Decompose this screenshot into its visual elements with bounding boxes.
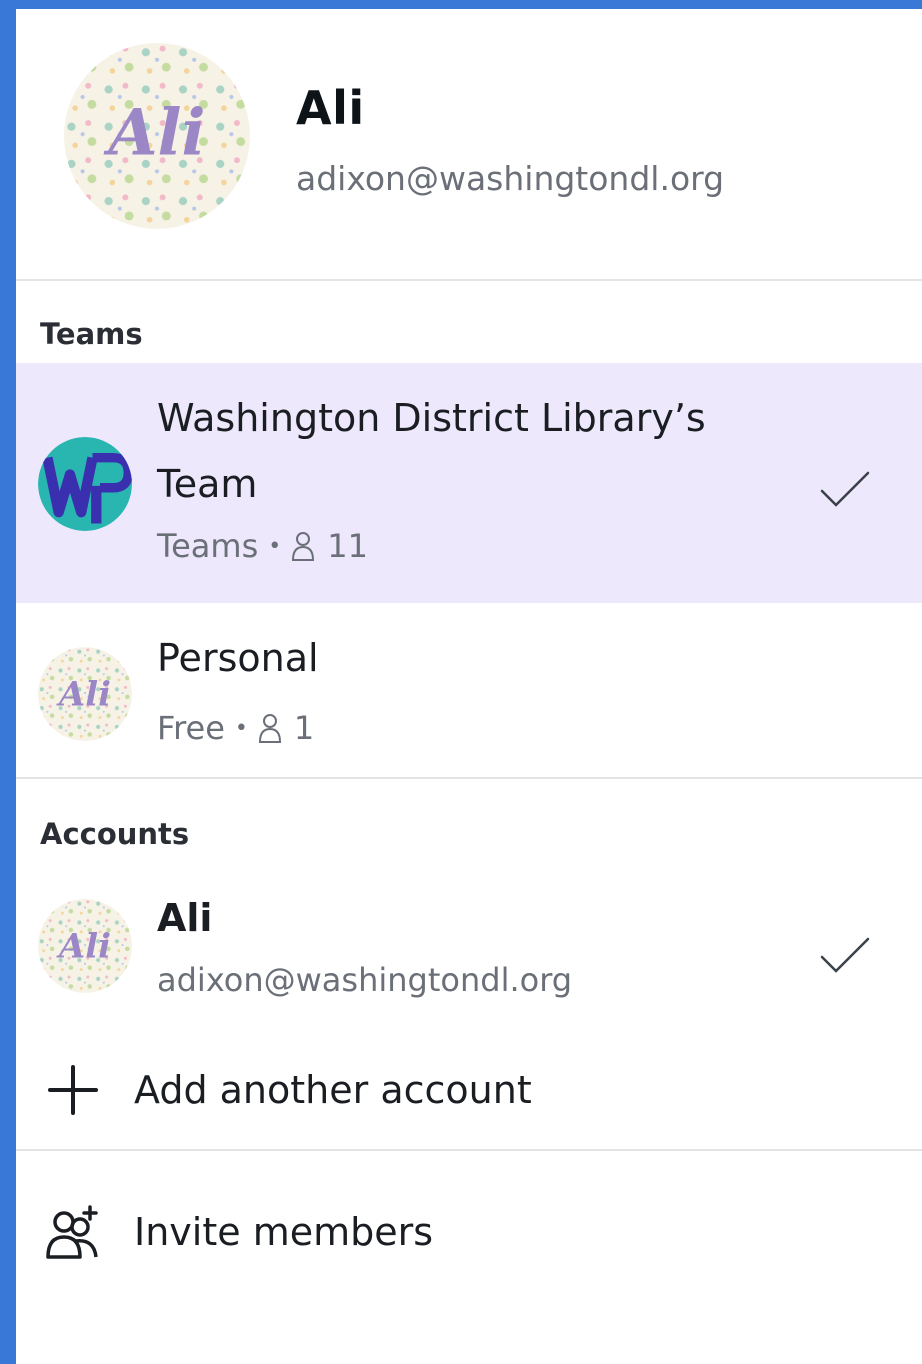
divider: [16, 1149, 922, 1151]
person-icon: [258, 714, 281, 743]
check-icon: [820, 471, 870, 507]
teams-section-label: Teams: [40, 317, 143, 351]
accounts-section-label: Accounts: [40, 817, 190, 851]
divider: [16, 279, 922, 281]
invite-members-label: Invite members: [134, 1210, 434, 1254]
divider: [16, 777, 922, 779]
personal-meta: Free • 1: [157, 709, 314, 747]
profile-email: adixon@washingtondl.org: [296, 159, 725, 198]
invite-members-button[interactable]: Invite members: [44, 1203, 433, 1261]
profile-name: Ali: [296, 81, 365, 135]
team-item-personal[interactable]: Ali Personal Free • 1: [16, 603, 922, 779]
personal-plan: Free: [157, 709, 225, 747]
person-icon: [292, 532, 315, 561]
separator-dot: •: [234, 715, 248, 741]
team-logo-avatar: [38, 437, 132, 531]
personal-member-count: 1: [293, 709, 315, 747]
add-account-label: Add another account: [134, 1068, 532, 1112]
plus-icon: [48, 1065, 98, 1115]
svg-text:Ali: Ali: [56, 673, 111, 713]
personal-title: Personal: [157, 636, 319, 680]
team-item-washington-district-library[interactable]: Washington District Library’s Team Teams…: [16, 363, 922, 603]
team-plan: Teams: [157, 527, 259, 565]
account-switcher-panel: Ali Ali adixon@washingtondl.org Teams Wa…: [16, 9, 922, 1364]
account-avatar: Ali: [38, 899, 132, 993]
invite-members-icon: [46, 1205, 98, 1259]
personal-avatar: Ali: [38, 647, 132, 741]
svg-text:Ali: Ali: [103, 96, 205, 170]
profile-avatar: Ali: [64, 43, 250, 229]
team-member-count: 11: [327, 527, 368, 565]
separator-dot: •: [268, 533, 282, 559]
account-email: adixon@washingtondl.org: [157, 961, 573, 999]
team-title-line2: Team: [157, 462, 258, 506]
team-title-line1: Washington District Library’s: [157, 396, 706, 440]
svg-text:Ali: Ali: [56, 925, 111, 965]
team-meta: Teams • 11: [157, 527, 368, 565]
account-item-ali[interactable]: Ali Ali adixon@washingtondl.org: [16, 873, 922, 1023]
check-icon: [820, 937, 870, 973]
account-name: Ali: [157, 896, 213, 940]
add-another-account-button[interactable]: Add another account: [44, 1061, 532, 1119]
